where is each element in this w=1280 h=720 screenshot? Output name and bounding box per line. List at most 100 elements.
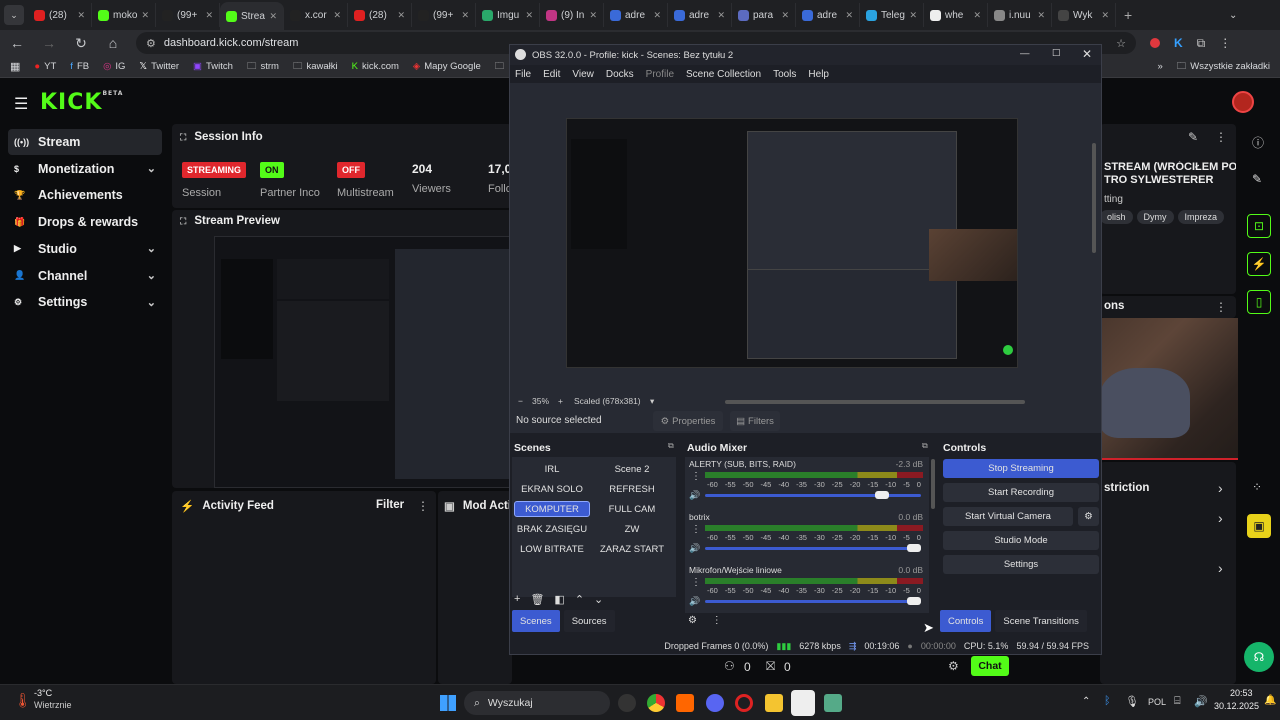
scene-item[interactable]: FULL CAM: [594, 501, 670, 517]
virtual-camera-settings-icon[interactable]: ⚙: [1078, 507, 1099, 526]
volume-icon[interactable]: 🔊: [689, 490, 700, 501]
tab-close-icon[interactable]: ✕: [1037, 10, 1045, 21]
volume-slider[interactable]: [705, 597, 921, 605]
tab-close-icon[interactable]: ✕: [589, 10, 597, 21]
channel-menu-icon[interactable]: ⋮: [691, 577, 701, 588]
dock-tab-scenes[interactable]: Scenes: [512, 610, 560, 632]
new-tab-button[interactable]: +: [1124, 7, 1132, 23]
target-icon[interactable]: ⊡: [1247, 214, 1271, 238]
gift-bottom-icon[interactable]: ⛝: [766, 659, 775, 674]
chevron-down-icon[interactable]: ⌄: [147, 296, 156, 309]
mixer-menu-icon[interactable]: ⋮: [712, 615, 722, 626]
volume-slider-knob[interactable]: [907, 544, 921, 552]
explorer-taskbar-icon[interactable]: [765, 694, 783, 712]
stream-tag[interactable]: Dymy: [1136, 210, 1174, 224]
reload-icon[interactable]: ↻: [72, 35, 90, 52]
browser-tab[interactable]: i.nuu ✕: [988, 3, 1052, 27]
browser-tab[interactable]: (99+ ✕: [156, 3, 220, 27]
control-settings-button[interactable]: Settings: [943, 555, 1099, 574]
tab-close-icon[interactable]: ✕: [461, 10, 469, 21]
scene-item[interactable]: REFRESH: [594, 481, 670, 497]
activity-menu-icon[interactable]: ⋮: [417, 499, 429, 513]
zoom-in-icon[interactable]: +: [558, 396, 563, 406]
obs-menu-view[interactable]: View: [572, 69, 594, 80]
channel-menu-icon[interactable]: ⋮: [691, 471, 701, 482]
tab-close-icon[interactable]: ✕: [909, 10, 917, 21]
tab-close-icon[interactable]: ✕: [77, 10, 85, 21]
stream-tag[interactable]: Impreza: [1177, 210, 1225, 224]
control-start-virtual-camera-button[interactable]: Start Virtual Camera: [943, 507, 1073, 526]
start-button[interactable]: [440, 695, 456, 711]
sidebar-item-channel[interactable]: 👤 Channel ⌄: [8, 263, 162, 289]
scene-item[interactable]: BRAK ZASIĘGU: [514, 521, 590, 537]
all-bookmarks-folder[interactable]: 🗀 Wszystkie zakładki: [1177, 59, 1270, 75]
move-down-icon[interactable]: ⌄: [594, 593, 603, 606]
panel2-menu-icon[interactable]: ⋮: [1215, 300, 1227, 314]
tab-close-icon[interactable]: ✕: [1101, 10, 1109, 21]
bookmark-item[interactable]: 🗀 kawałki: [293, 59, 338, 75]
dock-tab-scene-transitions[interactable]: Scene Transitions: [995, 610, 1087, 632]
browser-tab[interactable]: adre ✕: [604, 3, 668, 27]
edit-pencil-icon[interactable]: ✎: [1188, 130, 1198, 144]
bluetooth-icon[interactable]: ᛒ: [1104, 695, 1111, 707]
remove-scene-icon[interactable]: 🗑: [530, 593, 544, 606]
filter-button[interactable]: Filter: [376, 499, 404, 511]
chat-settings-icon[interactable]: ⚙: [948, 659, 959, 673]
obs-menu-file[interactable]: File: [515, 69, 531, 80]
tab-close-icon[interactable]: ✕: [717, 10, 725, 21]
scale-dropdown-icon[interactable]: ▾: [650, 396, 654, 407]
obs-program-preview[interactable]: [566, 118, 1018, 368]
mixer-advanced-icon[interactable]: ⚙: [688, 615, 697, 626]
obs-menu-profile[interactable]: Profile: [646, 69, 674, 80]
kick-taskbar-icon[interactable]: [791, 690, 815, 716]
row2-chevron-icon[interactable]: ›: [1218, 510, 1223, 526]
obs-menu-docks[interactable]: Docks: [606, 69, 634, 80]
tab-close-icon[interactable]: ✕: [397, 10, 405, 21]
browser-tab[interactable]: adre ✕: [796, 3, 860, 27]
zoom-out-icon[interactable]: −: [518, 396, 523, 406]
mic-icon[interactable]: 🎙: [1125, 695, 1139, 708]
clock-date[interactable]: 30.12.2025: [1214, 701, 1259, 711]
obs-taskbar-icon[interactable]: [618, 694, 636, 712]
hamburger-menu-icon[interactable]: ☰: [14, 94, 28, 114]
forward-icon[interactable]: →: [40, 35, 58, 51]
scene-item[interactable]: ZARAZ START: [594, 541, 670, 557]
preview-scrollbar-h[interactable]: [725, 400, 1025, 404]
obs-menu-help[interactable]: Help: [808, 69, 829, 80]
chevron-down-icon[interactable]: ⌄: [147, 242, 156, 255]
tab-close-icon[interactable]: ✕: [141, 10, 149, 21]
volume-slider-knob[interactable]: [874, 491, 889, 499]
browser-tab[interactable]: Wyk ✕: [1052, 3, 1116, 27]
browser-tab[interactable]: Strea ✕: [220, 2, 284, 30]
users-icon[interactable]: ⚇: [724, 659, 735, 673]
window-minimize-icon[interactable]: ⌄: [1229, 10, 1237, 21]
app-taskbar-icon[interactable]: [824, 694, 842, 712]
browser-tab[interactable]: whe ✕: [924, 3, 988, 27]
dock-tab-sources[interactable]: Sources: [563, 610, 615, 632]
volume-slider[interactable]: [705, 491, 921, 499]
site-info-icon[interactable]: ⚙: [146, 37, 156, 50]
tray-chevron-icon[interactable]: ⌃: [1082, 696, 1090, 707]
sidebar-item-stream[interactable]: ((•)) Stream: [8, 129, 162, 155]
scenes-undock-icon[interactable]: ⧉: [668, 441, 674, 451]
bookmark-item[interactable]: f FB: [70, 59, 89, 75]
extensions-puzzle-icon[interactable]: ⧉: [1197, 36, 1206, 51]
more-bookmarks-icon[interactable]: »: [1157, 61, 1162, 72]
chat-button[interactable]: Chat: [971, 656, 1009, 676]
volume-icon[interactable]: 🔊: [689, 543, 700, 554]
obs-menu-scene-collection[interactable]: Scene Collection: [686, 69, 761, 80]
browser-tab[interactable]: (99+ ✕: [412, 3, 476, 27]
support-chat-icon[interactable]: ☊: [1244, 642, 1274, 672]
home-icon[interactable]: ⌂: [104, 35, 122, 51]
details-menu-icon[interactable]: ⋮: [1215, 130, 1227, 144]
brave-taskbar-icon[interactable]: [676, 694, 694, 712]
tab-close-icon[interactable]: ✕: [269, 11, 277, 22]
pencil-tool-icon[interactable]: ✎: [1252, 172, 1262, 186]
tab-close-icon[interactable]: ✕: [525, 10, 533, 21]
opera-taskbar-icon[interactable]: [735, 694, 753, 712]
user-avatar[interactable]: [1232, 91, 1254, 113]
kick-logo[interactable]: KICKBETA: [40, 90, 123, 115]
obs-close-icon[interactable]: ✕: [1082, 47, 1092, 61]
properties-button[interactable]: ⚙ Properties: [653, 411, 723, 431]
scene-item[interactable]: ZW: [594, 521, 670, 537]
